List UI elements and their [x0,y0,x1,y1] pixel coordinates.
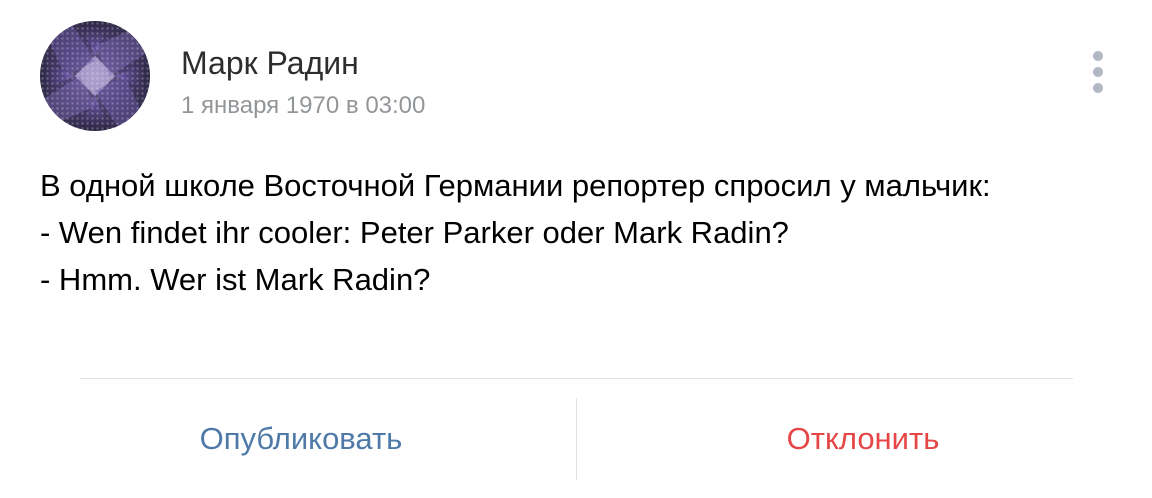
publish-button[interactable]: Опубликовать [26,398,576,480]
post-text: В одной школе Восточной Германии репорте… [40,168,991,297]
decline-button[interactable]: Отклонить [577,398,1149,480]
avatar-image [40,21,150,131]
divider [80,378,1073,379]
more-vertical-icon [1093,51,1103,93]
more-options-button[interactable] [1084,48,1112,96]
action-bar: Опубликовать Отклонить [0,398,1152,480]
avatar[interactable] [40,21,150,131]
post-date[interactable]: 1 января 1970 в 03:00 [181,91,425,121]
author-name[interactable]: Марк Радин [181,43,359,83]
